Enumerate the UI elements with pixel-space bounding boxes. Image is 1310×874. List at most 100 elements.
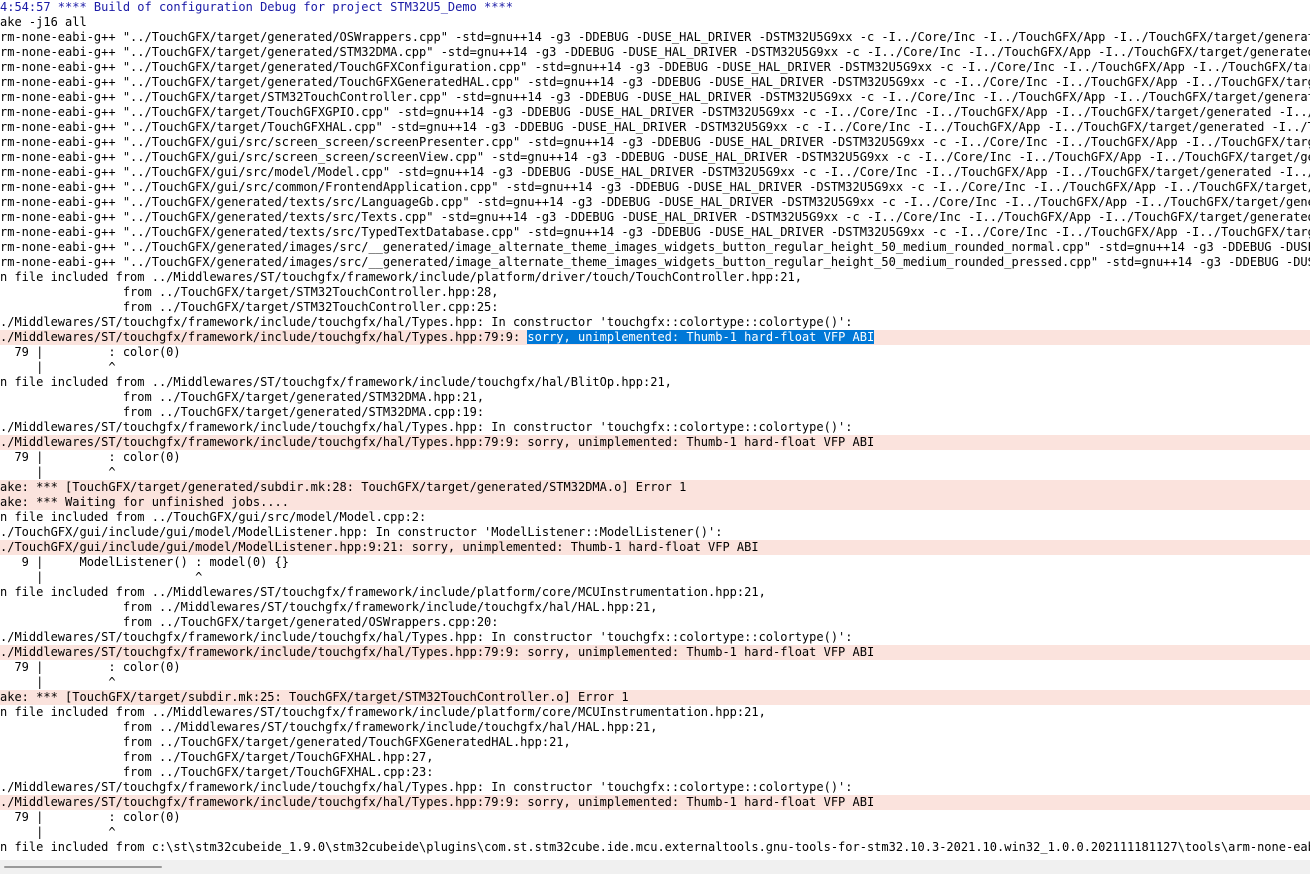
build-console-output[interactable]: 4:54:57 **** Build of configuration Debu…: [0, 0, 1310, 860]
console-line-text: from ../TouchGFX/target/generated/STM32D…: [0, 405, 485, 419]
console-line: n file included from ../Middlewares/ST/t…: [0, 585, 1310, 600]
console-line-text: 9 | ModelListener() : model(0) {}: [0, 555, 289, 569]
console-line: from ../Middlewares/ST/touchgfx/framewor…: [0, 720, 1310, 735]
console-line-text: from ../TouchGFX/target/TouchGFXHAL.hpp:…: [0, 750, 434, 764]
console-line: rm-none-eabi-g++ "../TouchGFX/gui/src/sc…: [0, 135, 1310, 150]
console-line-text: | ^: [0, 675, 116, 689]
console-line: from ../TouchGFX/target/generated/STM32D…: [0, 390, 1310, 405]
console-line: | ^: [0, 570, 1310, 585]
console-line-text: n file included from ../Middlewares/ST/t…: [0, 705, 766, 719]
console-line-text: from ../Middlewares/ST/touchgfx/framewor…: [0, 600, 658, 614]
console-line-text: | ^: [0, 570, 203, 584]
console-error-line: ./Middlewares/ST/touchgfx/framework/incl…: [0, 645, 1310, 660]
horizontal-scrollbar[interactable]: [0, 860, 1310, 874]
console-line: from ../TouchGFX/target/STM32TouchContro…: [0, 285, 1310, 300]
console-line-text: ./Middlewares/ST/touchgfx/framework/incl…: [0, 780, 853, 794]
console-line: n file included from ../Middlewares/ST/t…: [0, 375, 1310, 390]
console-line: n file included from ../Middlewares/ST/t…: [0, 270, 1310, 285]
console-line: rm-none-eabi-g++ "../TouchGFX/target/Tou…: [0, 105, 1310, 120]
console-line: ./Middlewares/ST/touchgfx/framework/incl…: [0, 630, 1310, 645]
console-line-text: ./Middlewares/ST/touchgfx/framework/incl…: [0, 315, 853, 329]
console-line: rm-none-eabi-g++ "../TouchGFX/gui/src/sc…: [0, 150, 1310, 165]
console-line-text: from ../TouchGFX/target/generated/STM32D…: [0, 390, 485, 404]
horizontal-scrollbar-thumb[interactable]: [4, 866, 162, 868]
console-line: from ../TouchGFX/target/TouchGFXHAL.hpp:…: [0, 750, 1310, 765]
console-line-text: rm-none-eabi-g++ "../TouchGFX/target/gen…: [0, 60, 1310, 74]
console-line-text: ./Middlewares/ST/touchgfx/framework/incl…: [0, 435, 875, 449]
console-line: | ^: [0, 825, 1310, 840]
console-line: from ../TouchGFX/target/TouchGFXHAL.cpp:…: [0, 765, 1310, 780]
console-line-text: rm-none-eabi-g++ "../TouchGFX/target/gen…: [0, 30, 1310, 44]
console-line-text: from ../TouchGFX/target/TouchGFXHAL.cpp:…: [0, 765, 434, 779]
console-line-text: rm-none-eabi-g++ "../TouchGFX/generated/…: [0, 255, 1310, 269]
console-line-text: ./Middlewares/ST/touchgfx/framework/incl…: [0, 630, 853, 644]
console-error-line: ake: *** Waiting for unfinished jobs....: [0, 495, 1310, 510]
console-error-line: ./Middlewares/ST/touchgfx/framework/incl…: [0, 435, 1310, 450]
console-info-line: 4:54:57 **** Build of configuration Debu…: [0, 0, 1310, 15]
console-line: rm-none-eabi-g++ "../TouchGFX/target/gen…: [0, 45, 1310, 60]
console-line: rm-none-eabi-g++ "../TouchGFX/gui/src/mo…: [0, 165, 1310, 180]
console-line-text: n file included from c:\st\stm32cubeide_…: [0, 840, 1310, 854]
console-line-text: rm-none-eabi-g++ "../TouchGFX/gui/src/mo…: [0, 165, 1310, 179]
console-line-text: rm-none-eabi-g++ "../TouchGFX/generated/…: [0, 195, 1310, 209]
console-line-text: rm-none-eabi-g++ "../TouchGFX/generated/…: [0, 210, 1310, 224]
console-line: 79 | : color(0): [0, 450, 1310, 465]
console-line-text: 79 | : color(0): [0, 660, 181, 674]
console-line-text: n file included from ../Middlewares/ST/t…: [0, 375, 672, 389]
console-line: rm-none-eabi-g++ "../TouchGFX/generated/…: [0, 255, 1310, 270]
console-line: ./Middlewares/ST/touchgfx/framework/incl…: [0, 780, 1310, 795]
console-line-text: rm-none-eabi-g++ "../TouchGFX/gui/src/sc…: [0, 135, 1310, 149]
console-line: rm-none-eabi-g++ "../TouchGFX/generated/…: [0, 210, 1310, 225]
console-line-text: 79 | : color(0): [0, 810, 181, 824]
console-line-text: ake -j16 all: [0, 15, 87, 29]
console-line-text: n file included from ../TouchGFX/gui/src…: [0, 510, 427, 524]
console-line: ake -j16 all: [0, 15, 1310, 30]
console-line-text: rm-none-eabi-g++ "../TouchGFX/generated/…: [0, 225, 1310, 239]
console-line-text: from ../TouchGFX/target/generated/OSWrap…: [0, 615, 499, 629]
console-line: ./TouchGFX/gui/include/gui/model/ModelLi…: [0, 525, 1310, 540]
console-line-text: rm-none-eabi-g++ "../TouchGFX/gui/src/sc…: [0, 150, 1310, 164]
console-line-text: 79 | : color(0): [0, 345, 181, 359]
console-line-text: ake: *** [TouchGFX/target/subdir.mk:25: …: [0, 690, 629, 704]
console-line-text: ./Middlewares/ST/touchgfx/framework/incl…: [0, 645, 875, 659]
console-line: 79 | : color(0): [0, 810, 1310, 825]
console-error-line: ./TouchGFX/gui/include/gui/model/ModelLi…: [0, 540, 1310, 555]
console-line-text: from ../TouchGFX/target/generated/TouchG…: [0, 735, 571, 749]
console-line-text: ./Middlewares/ST/touchgfx/framework/incl…: [0, 330, 528, 344]
console-line: from ../Middlewares/ST/touchgfx/framewor…: [0, 600, 1310, 615]
console-line: rm-none-eabi-g++ "../TouchGFX/target/gen…: [0, 60, 1310, 75]
console-line-text: 4:54:57 **** Build of configuration Debu…: [0, 0, 513, 14]
console-error-line: ./Middlewares/ST/touchgfx/framework/incl…: [0, 330, 1310, 345]
console-line-text: from ../TouchGFX/target/STM32TouchContro…: [0, 285, 499, 299]
console-line: from ../TouchGFX/target/STM32TouchContro…: [0, 300, 1310, 315]
console-line-text: 79 | : color(0): [0, 450, 181, 464]
console-line-text: n file included from ../Middlewares/ST/t…: [0, 585, 766, 599]
console-line: rm-none-eabi-g++ "../TouchGFX/generated/…: [0, 195, 1310, 210]
console-line: from ../TouchGFX/target/generated/OSWrap…: [0, 615, 1310, 630]
console-line: rm-none-eabi-g++ "../TouchGFX/target/STM…: [0, 90, 1310, 105]
console-line: n file included from ../TouchGFX/gui/src…: [0, 510, 1310, 525]
console-error-line: ./Middlewares/ST/touchgfx/framework/incl…: [0, 795, 1310, 810]
selected-text[interactable]: sorry, unimplemented: Thumb-1 hard-float…: [527, 330, 875, 344]
console-line: ./Middlewares/ST/touchgfx/framework/incl…: [0, 315, 1310, 330]
console-line-text: rm-none-eabi-g++ "../TouchGFX/target/Tou…: [0, 105, 1310, 119]
console-line-text: n file included from ../Middlewares/ST/t…: [0, 270, 802, 284]
console-line-text: rm-none-eabi-g++ "../TouchGFX/gui/src/co…: [0, 180, 1310, 194]
console-error-line: ake: *** [TouchGFX/target/subdir.mk:25: …: [0, 690, 1310, 705]
console-line-text: ./TouchGFX/gui/include/gui/model/ModelLi…: [0, 540, 759, 554]
console-line-text: ./Middlewares/ST/touchgfx/framework/incl…: [0, 795, 875, 809]
console-line-text: rm-none-eabi-g++ "../TouchGFX/target/gen…: [0, 75, 1310, 89]
console-line: rm-none-eabi-g++ "../TouchGFX/gui/src/co…: [0, 180, 1310, 195]
console-line: rm-none-eabi-g++ "../TouchGFX/target/gen…: [0, 30, 1310, 45]
console-line-text: | ^: [0, 825, 116, 839]
console-line-text: | ^: [0, 465, 116, 479]
console-line: 9 | ModelListener() : model(0) {}: [0, 555, 1310, 570]
console-line: 79 | : color(0): [0, 660, 1310, 675]
console-line: n file included from c:\st\stm32cubeide_…: [0, 840, 1310, 855]
console-line: rm-none-eabi-g++ "../TouchGFX/generated/…: [0, 225, 1310, 240]
console-line: | ^: [0, 465, 1310, 480]
console-line: from ../TouchGFX/target/generated/TouchG…: [0, 735, 1310, 750]
console-line-text: rm-none-eabi-g++ "../TouchGFX/target/gen…: [0, 45, 1310, 59]
console-line: | ^: [0, 360, 1310, 375]
console-line-text: from ../TouchGFX/target/STM32TouchContro…: [0, 300, 499, 314]
